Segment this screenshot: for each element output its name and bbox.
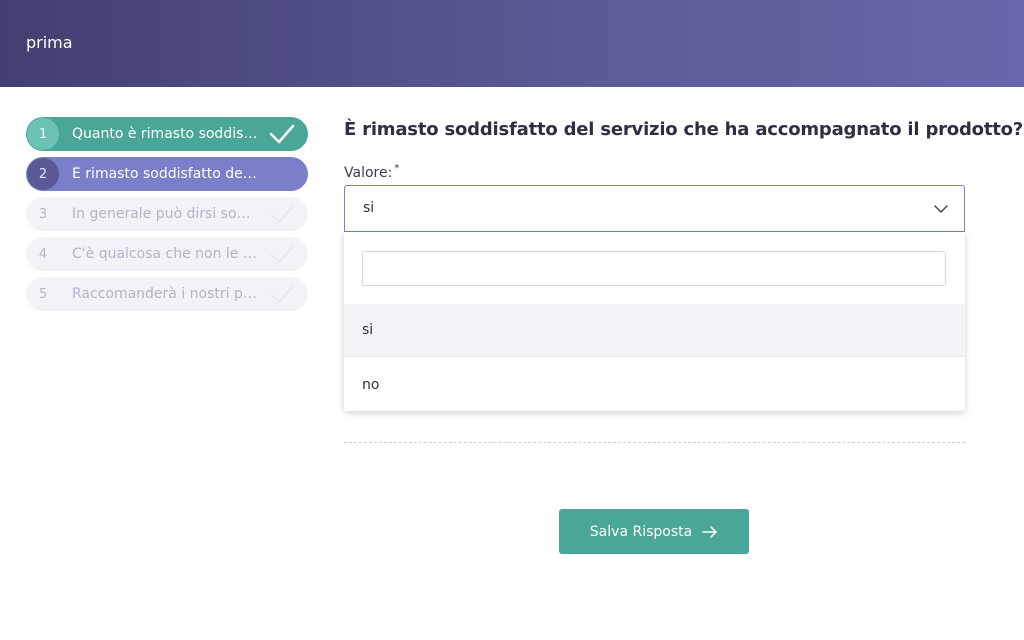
check-icon <box>270 245 294 263</box>
step-label: Quanto è rimasto soddisfa… <box>72 126 258 142</box>
step-label: Raccomanderà i nostri pro… <box>72 286 258 302</box>
option-si[interactable]: si <box>344 304 965 357</box>
value-select[interactable]: si <box>344 185 965 232</box>
step-item-3[interactable]: 3 In generale può dirsi sodd… <box>26 197 308 231</box>
check-icon <box>270 205 294 223</box>
step-label: È rimasto soddisfatto del s… <box>72 166 258 182</box>
step-item-5[interactable]: 5 Raccomanderà i nostri pro… <box>26 277 308 311</box>
option-no[interactable]: no <box>344 358 965 411</box>
save-answer-button[interactable]: Salva Risposta <box>559 509 749 554</box>
field-label: Valore: * <box>344 163 400 181</box>
arrow-right-icon <box>702 525 717 538</box>
check-icon <box>270 285 294 303</box>
step-label: In generale può dirsi sodd… <box>72 206 258 222</box>
section-divider <box>344 442 965 443</box>
step-list: 1 Quanto è rimasto soddisfa… 2 È rimasto… <box>26 117 308 317</box>
check-icon <box>269 124 295 144</box>
step-label: C'è qualcosa che non le è … <box>72 246 258 262</box>
step-number: 4 <box>38 246 48 262</box>
save-button-label: Salva Risposta <box>589 523 693 540</box>
field-label-text: Valore: <box>344 165 393 181</box>
chevron-down-icon[interactable] <box>934 204 948 214</box>
step-number: 5 <box>38 286 48 302</box>
step-number: 3 <box>38 206 48 222</box>
app-header: prima <box>0 0 1024 87</box>
step-number: 2 <box>27 158 59 190</box>
step-item-4[interactable]: 4 C'è qualcosa che non le è … <box>26 237 308 271</box>
step-item-2[interactable]: 2 È rimasto soddisfatto del s… <box>26 157 308 191</box>
step-item-1[interactable]: 1 Quanto è rimasto soddisfa… <box>26 117 308 151</box>
select-dropdown: si no <box>344 232 965 411</box>
app-title: prima <box>26 33 73 52</box>
selected-value: si <box>363 200 375 216</box>
step-number: 1 <box>27 118 59 150</box>
required-mark: * <box>394 163 400 174</box>
dropdown-search-input[interactable] <box>362 251 946 286</box>
question-title: È rimasto soddisfatto del servizio che h… <box>344 119 1024 140</box>
